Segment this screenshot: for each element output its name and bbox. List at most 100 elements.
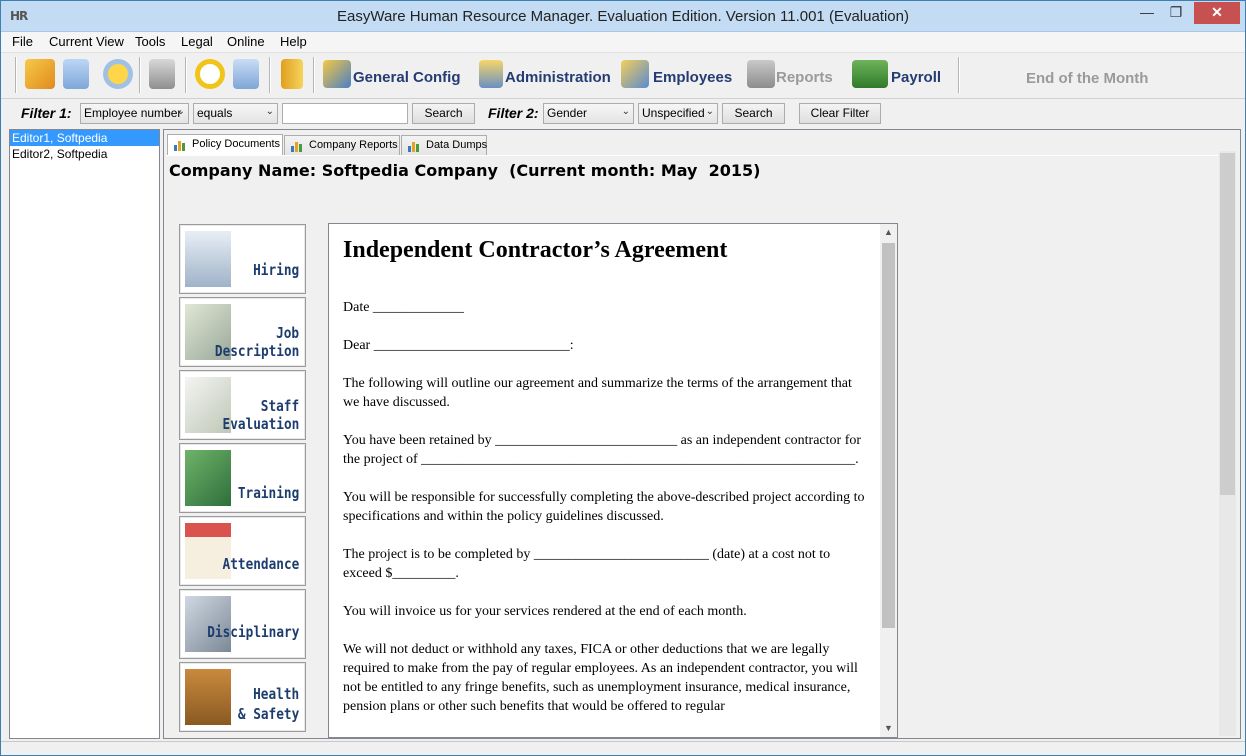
document-paragraph: Dear ____________________________: (343, 338, 574, 353)
category-label: & Safety (237, 705, 299, 723)
title-bar[interactable]: HR EasyWare Human Resource Manager. Eval… (1, 1, 1245, 32)
filter1-operator-value: equals (197, 106, 233, 120)
document-paragraph: The project is to be completed by ______… (343, 547, 831, 581)
policy-documents-panel: Company Name: Softpedia Company (Current… (166, 155, 1218, 738)
clipboard-icon (185, 669, 231, 725)
filter1-value-input[interactable] (282, 103, 408, 124)
employee-list-item[interactable]: Editor1, Softpedia (10, 130, 159, 146)
toolbar-separator (15, 57, 17, 93)
category-label: Health (252, 685, 299, 703)
filter2-search-button[interactable]: Search (722, 103, 785, 124)
filter2-label: Filter 2: (488, 105, 539, 121)
tab-data-dumps[interactable]: Data Dumps (401, 135, 487, 155)
document-paragraph: Date _____________ (343, 300, 464, 315)
category-label: Job (275, 324, 299, 342)
document-paragraph: We will not deduct or withhold any taxes… (343, 642, 858, 714)
scroll-up-icon[interactable]: ▲ (880, 224, 897, 241)
document-page: Independent Contractor’s Agreement Date … (343, 236, 868, 735)
chevron-down-icon: ⌄ (265, 106, 274, 117)
cancel-icon[interactable] (103, 59, 133, 89)
category-label: Disciplinary (206, 623, 299, 641)
category-label: Description (214, 342, 299, 360)
scroll-down-icon[interactable]: ▼ (880, 720, 897, 737)
menu-help[interactable]: Help (280, 34, 307, 49)
employees-icon[interactable] (621, 60, 649, 88)
training-icon (185, 450, 231, 506)
tab-company-reports[interactable]: Company Reports (284, 135, 400, 155)
category-hiring-button[interactable]: Hiring (179, 224, 306, 294)
open-folder-icon[interactable] (25, 59, 55, 89)
filter1-label: Filter 1: (21, 105, 72, 121)
chart-icon (291, 140, 304, 152)
category-label: Hiring (252, 261, 299, 279)
payroll-icon[interactable] (852, 60, 888, 88)
category-health-safety-button[interactable]: Health & Safety (179, 662, 306, 732)
panel-scroll-thumb[interactable] (1220, 153, 1235, 495)
document-scrollbar[interactable]: ▲ ▼ (880, 224, 897, 737)
filter1-search-button[interactable]: Search (412, 103, 475, 124)
menu-file[interactable]: File (12, 34, 33, 49)
payroll-button[interactable]: Payroll (891, 69, 941, 86)
filter1-field-value: Employee number (84, 106, 182, 120)
category-label: Evaluation (222, 415, 299, 433)
category-attendance-button[interactable]: Attendance (179, 516, 306, 586)
administration-icon[interactable] (479, 60, 503, 88)
general-config-button[interactable]: General Config (353, 69, 461, 86)
category-disciplinary-button[interactable]: Disciplinary (179, 589, 306, 659)
filter1-operator-select[interactable]: equals ⌄ (193, 103, 278, 124)
chevron-down-icon: ⌄ (176, 106, 185, 117)
tab-policy-documents[interactable]: Policy Documents (167, 134, 283, 156)
document-paragraph: You will invoice us for your services re… (343, 604, 747, 619)
category-label: Attendance (222, 555, 299, 573)
trash-icon[interactable] (149, 59, 175, 89)
chevron-down-icon: ⌄ (621, 106, 630, 117)
toolbar: General Config Administration Employees … (1, 52, 1245, 98)
menu-current-view[interactable]: Current View (49, 34, 124, 49)
ring-icon[interactable] (195, 59, 225, 89)
panel-scrollbar[interactable] (1219, 151, 1236, 736)
clear-filter-button[interactable]: Clear Filter (799, 103, 881, 124)
administration-button[interactable]: Administration (505, 69, 611, 86)
menu-tools[interactable]: Tools (135, 34, 165, 49)
document-paragraph: You will be responsible for successfully… (343, 490, 865, 524)
employee-list-item[interactable]: Editor2, Softpedia (10, 146, 159, 162)
scroll-thumb[interactable] (882, 243, 895, 628)
document-icon[interactable] (63, 59, 89, 89)
category-label: Staff (260, 397, 299, 415)
close-button[interactable]: ✕ (1194, 2, 1240, 24)
reports-icon (747, 60, 775, 88)
document-paragraph: The following will outline our agreement… (343, 376, 852, 410)
chevron-down-icon: ⌄ (705, 106, 714, 117)
menu-online[interactable]: Online (227, 34, 265, 49)
filter2-field-select[interactable]: Gender ⌄ (543, 103, 634, 124)
company-heading: Company Name: Softpedia Company (Current… (169, 161, 761, 180)
toolbar-separator (313, 57, 315, 93)
maximize-button[interactable]: ❐ (1162, 2, 1190, 24)
toolbar-separator (958, 57, 960, 93)
tab-label: Data Dumps (426, 139, 488, 151)
info-icon[interactable] (233, 59, 259, 89)
category-training-button[interactable]: Training (179, 443, 306, 513)
filter1-field-select[interactable]: Employee number ⌄ (80, 103, 189, 124)
document-viewer[interactable]: Independent Contractor’s Agreement Date … (328, 223, 898, 738)
toolbar-separator (139, 57, 141, 93)
menu-bar: File Current View Tools Legal Online Hel… (1, 32, 1245, 52)
employees-button[interactable]: Employees (653, 69, 732, 86)
app-window: HR EasyWare Human Resource Manager. Eval… (0, 0, 1246, 756)
general-config-icon[interactable] (323, 60, 351, 88)
window-title: EasyWare Human Resource Manager. Evaluat… (337, 8, 909, 25)
employee-list[interactable]: Editor1, Softpedia Editor2, Softpedia (9, 129, 160, 739)
tab-label: Policy Documents (192, 138, 281, 150)
reports-button: Reports (776, 69, 833, 86)
menu-legal[interactable]: Legal (181, 34, 213, 49)
exit-door-icon[interactable] (281, 59, 303, 89)
category-job-description-button[interactable]: Job Description (179, 297, 306, 367)
category-staff-evaluation-button[interactable]: Staff Evaluation (179, 370, 306, 440)
status-bar (1, 741, 1245, 755)
main-panel: Policy Documents Company Reports Data Du… (163, 129, 1241, 739)
filter-bar: Filter 1: Employee number ⌄ equals ⌄ Sea… (1, 98, 1245, 127)
filter2-value-select[interactable]: Unspecified ⌄ (638, 103, 718, 124)
toolbar-separator (185, 57, 187, 93)
chart-icon (408, 140, 421, 152)
minimize-button[interactable]: — (1133, 2, 1161, 24)
